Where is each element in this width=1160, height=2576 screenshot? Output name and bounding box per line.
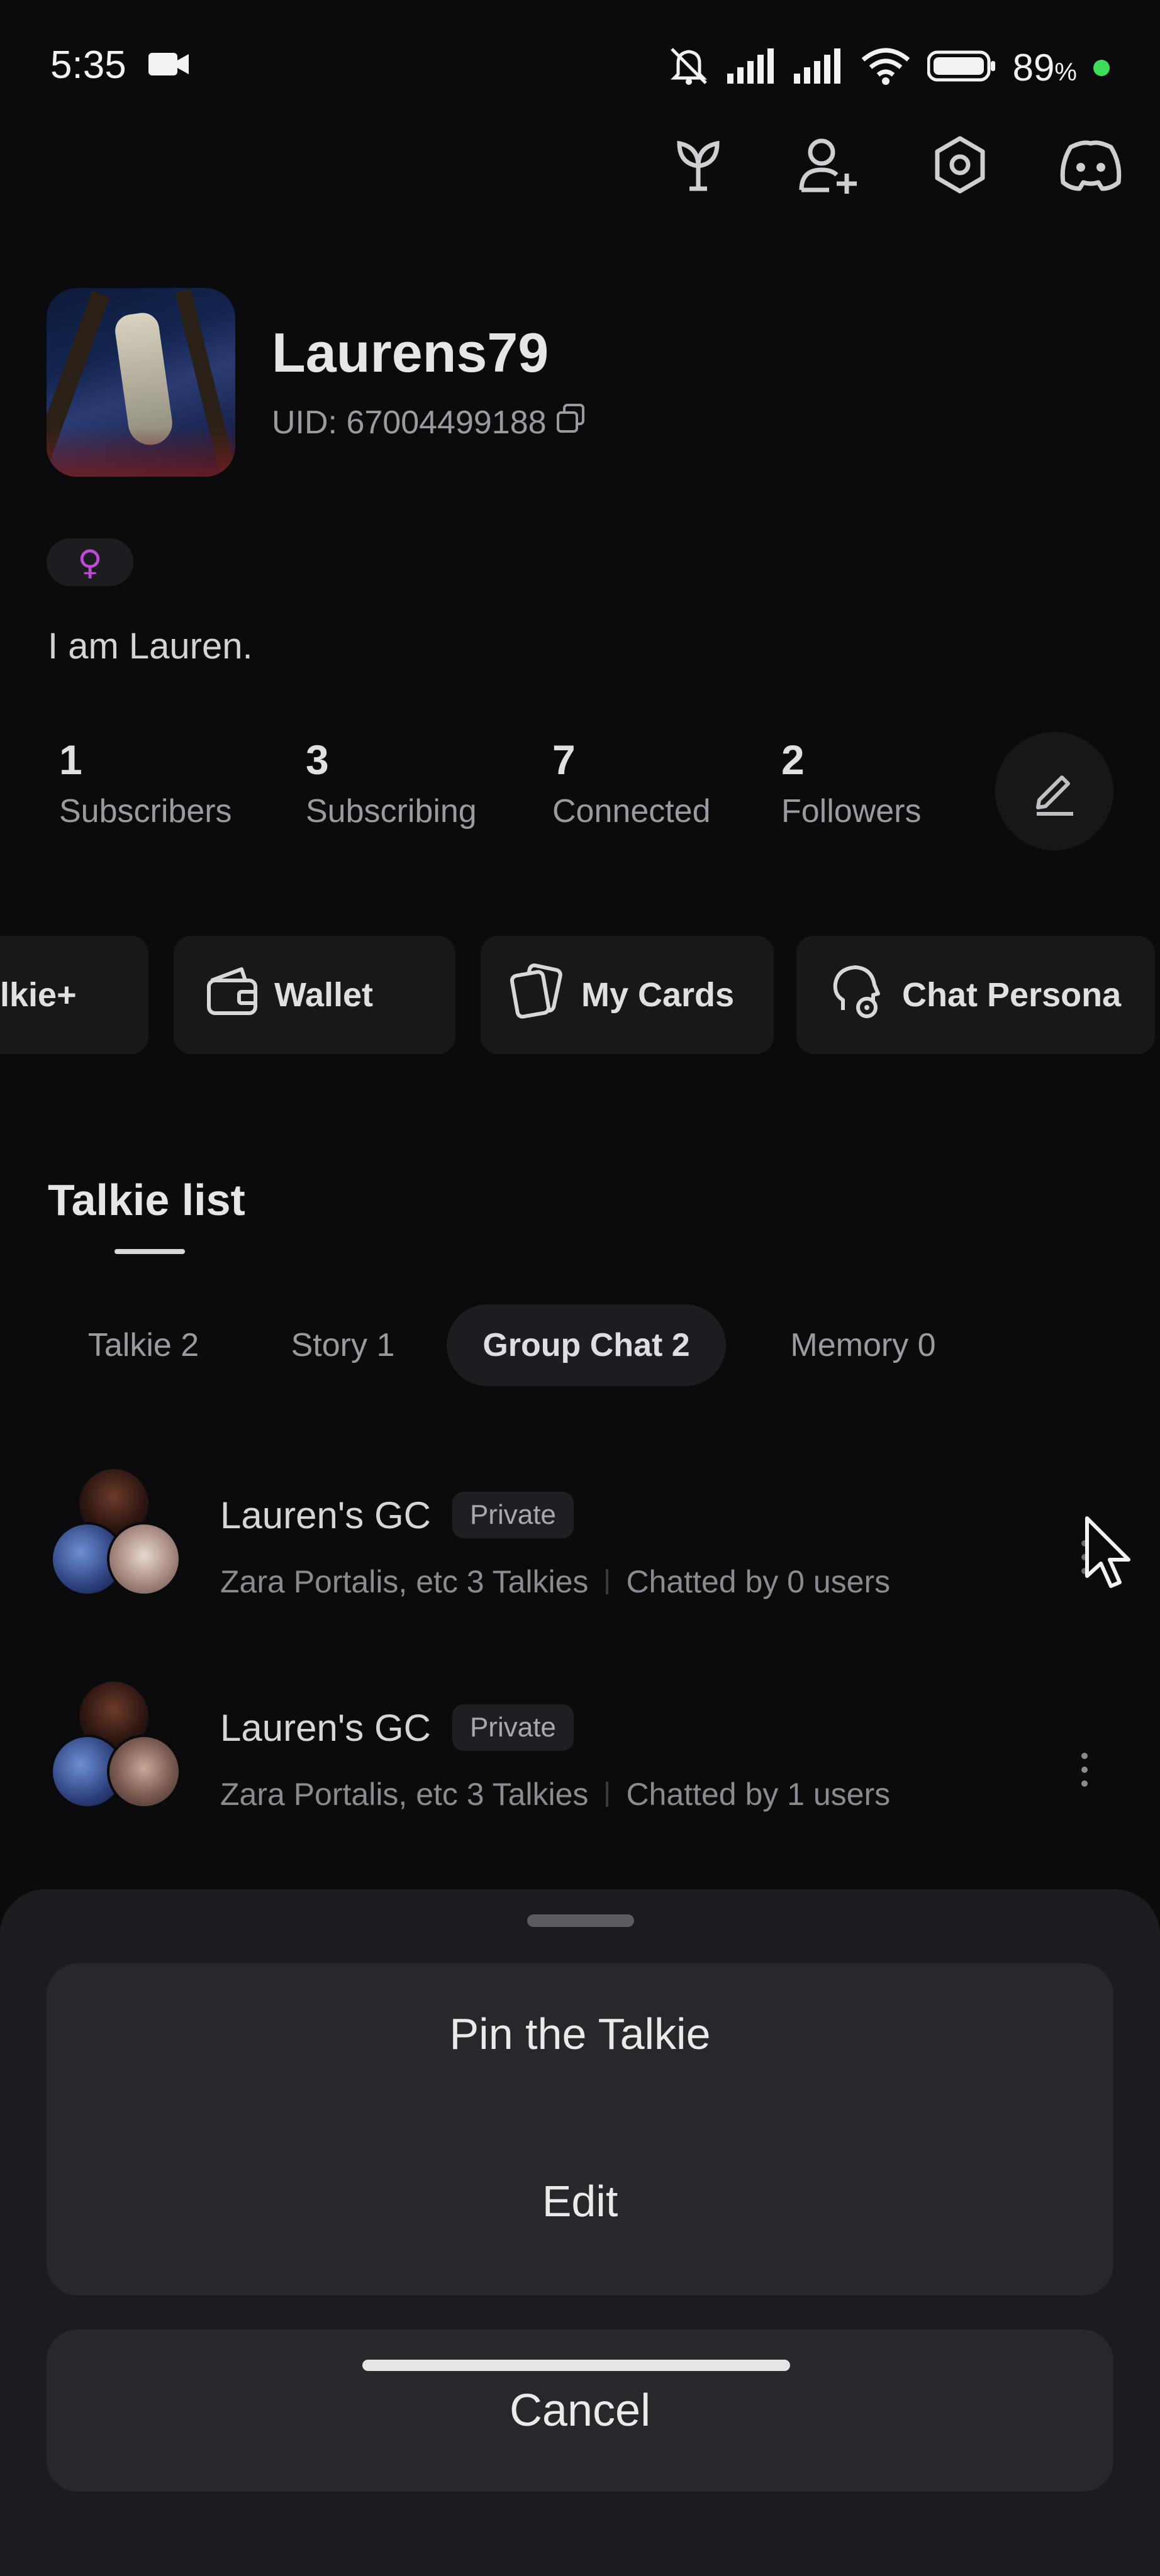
- action-sheet: Pin the Talkie Edit Cancel: [0, 1889, 1160, 2576]
- profile-uid: UID: 67004499188: [272, 402, 587, 442]
- wifi-icon: [861, 47, 911, 88]
- female-icon: ♀: [77, 542, 103, 582]
- gender-badge: ♀: [47, 538, 133, 586]
- group-meta: Zara Portalis, etc 3 Talkies Chatted by …: [220, 1776, 890, 1813]
- profile-avatar[interactable]: [47, 288, 235, 477]
- tab-group-chat[interactable]: Group Chat 2: [447, 1304, 726, 1386]
- profile-bio: I am Lauren.: [48, 626, 253, 667]
- battery-icon: [927, 50, 996, 86]
- uid-text: UID: 67004499188: [272, 404, 547, 441]
- stat-label: Connected: [552, 793, 711, 830]
- section-underline: [114, 1249, 185, 1254]
- tab-talkie[interactable]: Talkie 2: [48, 1304, 239, 1386]
- status-time: 5:35: [50, 43, 126, 87]
- chip-label: My Cards: [581, 976, 735, 1014]
- wallet-icon: [204, 963, 260, 1028]
- group-avatars: [50, 1682, 189, 1820]
- avatar: [107, 1735, 181, 1809]
- sprout-icon[interactable]: [666, 132, 731, 197]
- stat-value: 1: [59, 736, 82, 783]
- group-name: Lauren's GC: [220, 1706, 431, 1749]
- group-members: Zara Portalis, etc 3 Talkies: [220, 1564, 589, 1599]
- stat-connected[interactable]: 7 Connected: [552, 736, 781, 830]
- stat-value: 3: [306, 736, 329, 783]
- home-indicator[interactable]: [362, 2360, 790, 2371]
- chip-label: Wallet: [274, 976, 374, 1014]
- talkie-list-title: Talkie list: [48, 1175, 245, 1224]
- status-right: 89%: [667, 44, 1110, 91]
- tab-memory[interactable]: Memory 0: [739, 1304, 988, 1386]
- talkie-plus-chip[interactable]: lkie+: [0, 936, 148, 1054]
- edit-profile-button[interactable]: [995, 732, 1113, 850]
- quick-actions: lkie+ Wallet My Cards Chat Persona: [0, 936, 1160, 1054]
- cancel-button[interactable]: Cancel: [47, 2329, 1113, 2492]
- more-options-icon[interactable]: [1066, 1732, 1103, 1807]
- chip-label: lkie+: [0, 976, 77, 1014]
- stat-value: 7: [552, 736, 576, 783]
- group-name-row: Lauren's GC Private: [220, 1492, 574, 1538]
- battery-percent: 89%: [1012, 47, 1077, 89]
- chip-label: Chat Persona: [902, 976, 1122, 1014]
- avatar: [107, 1522, 181, 1596]
- divider: [606, 1782, 609, 1807]
- group-members: Zara Portalis, etc 3 Talkies: [220, 1777, 589, 1812]
- stat-label: Followers: [781, 793, 922, 830]
- pencil-icon: [1036, 775, 1073, 816]
- sheet-drag-handle[interactable]: [527, 1914, 634, 1927]
- wallet-chip[interactable]: Wallet: [174, 936, 455, 1054]
- group-chatted: Chatted by 1 users: [626, 1777, 891, 1812]
- list-item[interactable]: Lauren's GC Private Zara Portalis, etc 3…: [0, 1469, 1160, 1658]
- stat-value: 2: [781, 736, 805, 783]
- status-dot: [1093, 59, 1110, 76]
- status-bar: 5:35 89%: [0, 38, 1160, 94]
- signal-icon-2: [793, 48, 844, 87]
- stat-subscribers[interactable]: 1 Subscribers: [59, 736, 306, 830]
- group-name-row: Lauren's GC Private: [220, 1704, 574, 1751]
- stat-subscribing[interactable]: 3 Subscribing: [306, 736, 552, 830]
- tab-story[interactable]: Story 1: [239, 1304, 447, 1386]
- pin-talkie-button[interactable]: Pin the Talkie: [47, 2009, 1113, 2059]
- cards-icon: [507, 961, 567, 1030]
- stat-followers[interactable]: 2 Followers: [781, 736, 983, 830]
- edit-button[interactable]: Edit: [47, 2176, 1113, 2226]
- mute-bell-icon: [667, 44, 711, 91]
- profile-stats: 1 Subscribers 3 Subscribing 7 Connected …: [59, 736, 983, 830]
- options-card: Pin the Talkie Edit: [47, 1963, 1113, 2296]
- group-avatars: [50, 1469, 189, 1607]
- copy-icon[interactable]: [555, 402, 587, 442]
- persona-icon: [828, 961, 888, 1030]
- my-cards-chip[interactable]: My Cards: [481, 936, 774, 1054]
- group-name: Lauren's GC: [220, 1494, 431, 1536]
- mouse-cursor-icon: [1083, 1516, 1134, 1594]
- top-actions: [666, 132, 1124, 197]
- divider: [606, 1569, 609, 1594]
- group-meta: Zara Portalis, etc 3 Talkies Chatted by …: [220, 1563, 890, 1600]
- profile-username: Laurens79: [272, 321, 549, 384]
- privacy-badge: Private: [452, 1492, 574, 1538]
- stat-label: Subscribing: [306, 793, 477, 830]
- talkie-list-tabs: Talkie 2 Story 1 Group Chat 2 Memory 0: [48, 1304, 988, 1386]
- add-friend-icon[interactable]: [796, 132, 862, 197]
- signal-icon-1: [727, 48, 778, 87]
- stat-label: Subscribers: [59, 793, 232, 830]
- discord-icon[interactable]: [1058, 132, 1124, 197]
- chat-persona-chip[interactable]: Chat Persona: [796, 936, 1155, 1054]
- list-item[interactable]: Lauren's GC Private Zara Portalis, etc 3…: [0, 1682, 1160, 1870]
- settings-hex-icon[interactable]: [927, 132, 993, 197]
- privacy-badge: Private: [452, 1704, 574, 1751]
- screen-record-icon: [148, 50, 190, 81]
- group-chatted: Chatted by 0 users: [626, 1564, 891, 1599]
